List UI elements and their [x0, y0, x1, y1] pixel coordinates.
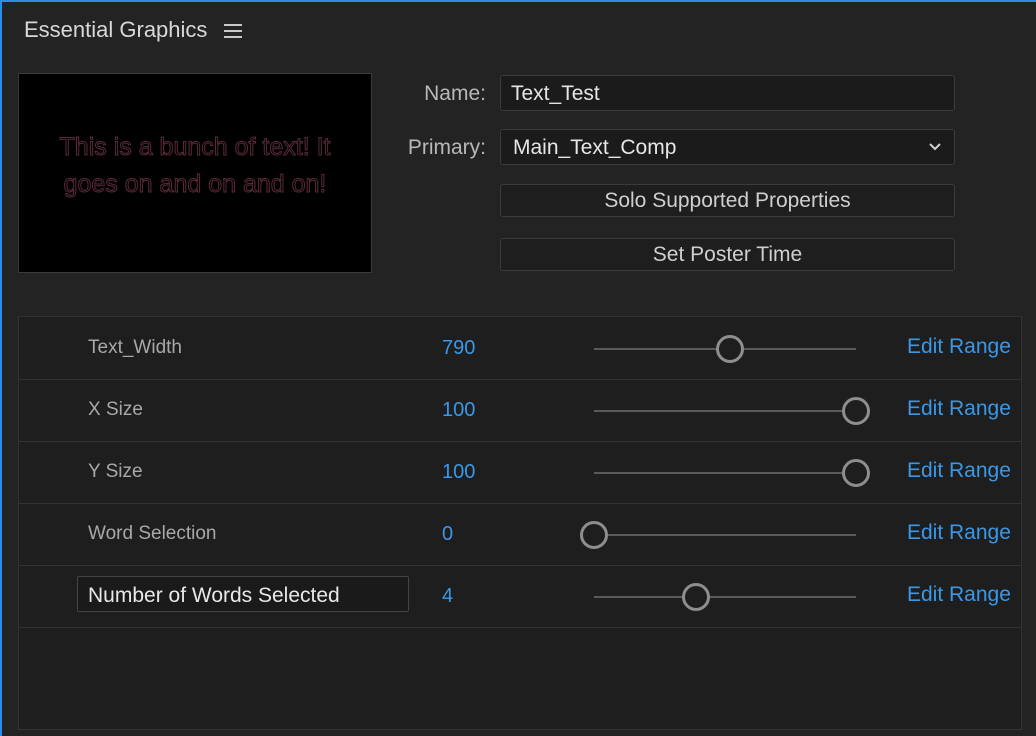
property-label: Word Selection — [88, 523, 217, 544]
property-row-x-size: X Size 100 Edit Range — [19, 379, 1021, 442]
primary-label: Primary: — [407, 136, 486, 159]
property-row-y-size: Y Size 100 Edit Range — [19, 441, 1021, 504]
preview-text: This is a bunch of text! It goes on and … — [59, 133, 331, 199]
property-slider[interactable] — [594, 335, 856, 363]
property-row-text-width: Text_Width 790 Edit Range — [19, 317, 1021, 380]
property-label-input[interactable]: Number of Words Selected — [77, 576, 409, 612]
panel-title: Essential Graphics — [24, 17, 208, 42]
set-poster-time-button[interactable]: Set Poster Time — [500, 238, 955, 271]
slider-knob[interactable] — [842, 397, 870, 425]
panel-menu-icon[interactable] — [224, 24, 242, 40]
property-slider[interactable] — [594, 459, 870, 487]
property-row-word-selection: Word Selection 0 Edit Range — [19, 503, 1021, 566]
graphic-preview: This is a bunch of text! It goes on and … — [18, 73, 372, 273]
property-label: Y Size — [88, 461, 143, 482]
property-value[interactable]: 790 — [442, 337, 475, 360]
property-label: Text_Width — [88, 337, 182, 358]
primary-comp-select[interactable]: Main_Text_Comp — [500, 129, 955, 165]
property-slider[interactable] — [594, 397, 870, 425]
properties-list: Text_Width 790 Edit Range X Size 100 Edi… — [18, 316, 1022, 730]
edit-range-link[interactable]: Edit Range — [907, 521, 1011, 545]
name-label: Name: — [424, 82, 486, 105]
property-value[interactable]: 4 — [442, 585, 453, 608]
property-value[interactable]: 0 — [442, 523, 453, 546]
slider-knob[interactable] — [580, 521, 608, 549]
edit-range-link[interactable]: Edit Range — [907, 335, 1011, 359]
property-value[interactable]: 100 — [442, 461, 475, 484]
slider-knob[interactable] — [842, 459, 870, 487]
edit-range-link[interactable]: Edit Range — [907, 583, 1011, 607]
primary-select-value: Main_Text_Comp — [513, 136, 677, 159]
solo-supported-properties-button[interactable]: Solo Supported Properties — [500, 184, 955, 217]
edit-range-link[interactable]: Edit Range — [907, 397, 1011, 421]
property-row-number-of-words-selected: Number of Words Selected 4 Edit Range — [19, 565, 1021, 628]
chevron-down-icon — [929, 143, 941, 151]
slider-knob[interactable] — [682, 583, 711, 611]
slider-knob[interactable] — [716, 335, 745, 363]
property-slider[interactable] — [580, 521, 856, 549]
property-slider[interactable] — [594, 583, 856, 611]
property-label: X Size — [88, 399, 143, 420]
edit-range-link[interactable]: Edit Range — [907, 459, 1011, 483]
property-value[interactable]: 100 — [442, 399, 475, 422]
name-input[interactable]: Text_Test — [500, 75, 955, 111]
essential-graphics-panel: Essential Graphics This is a bunch of te… — [0, 0, 1036, 736]
